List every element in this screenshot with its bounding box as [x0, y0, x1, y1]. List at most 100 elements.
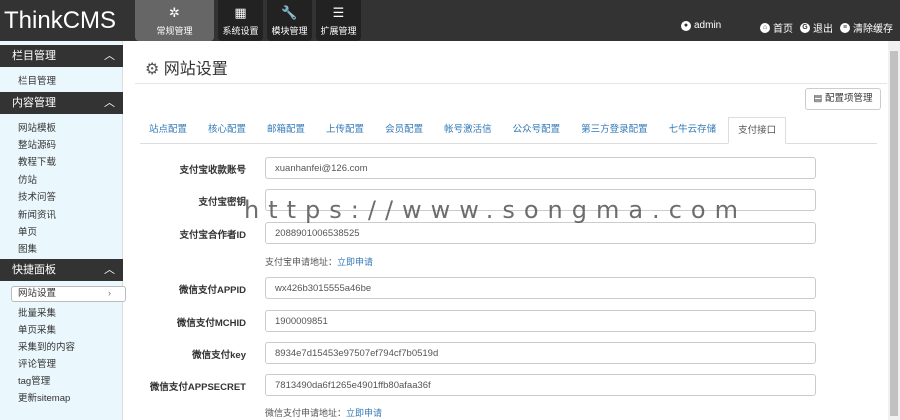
wechat-appid-input[interactable] [265, 277, 816, 299]
grid-icon: ▦ [234, 4, 247, 20]
tab-activation[interactable]: 帐号激活信 [435, 117, 501, 143]
clear-cache-label: 清除缓存 [853, 24, 893, 35]
field-label: 支付宝合作者ID [179, 230, 246, 241]
watermark: https://www.songma.com [244, 196, 747, 224]
wechat-help: 微信支付申请地址：立即申请 [265, 406, 382, 419]
config-manage-button[interactable]: ▤ 配置项管理 [805, 88, 881, 110]
nav-label: 模块管理 [271, 25, 308, 36]
field-label: 支付宝密钥 [198, 197, 246, 208]
alipay-apply-link[interactable]: 立即申请 [337, 257, 373, 267]
form-row: 支付宝收款账号 [135, 157, 887, 179]
home-link[interactable]: ⌂ 首页 [760, 20, 793, 35]
clear-cache-link[interactable]: ≡ 清除缓存 [840, 20, 893, 35]
wechat-apply-link[interactable]: 立即申请 [346, 408, 382, 418]
chevron-up-icon: ︿ [104, 97, 115, 109]
nav-label: 常规管理 [156, 25, 193, 36]
list-icon: ☰ [332, 4, 345, 20]
section-title: 内容管理 [12, 97, 56, 109]
alipay-help: 支付宝申请地址：立即申请 [265, 255, 373, 268]
form-row: 支付宝合作者ID [135, 222, 887, 244]
field-label: 微信支付MCHID [176, 318, 246, 329]
sidebar-item[interactable]: 图集 [18, 241, 37, 255]
tab-qiniu[interactable]: 七牛云存储 [660, 117, 726, 143]
logout-link[interactable]: G 退出 [800, 20, 833, 35]
main-content: ⚙ 网站设置 ▤ 配置项管理 站点配置 核心配置 邮箱配置 上传配置 会员配置 … [135, 41, 887, 420]
tab-site[interactable]: 站点配置 [140, 117, 196, 143]
nav-label: 扩展管理 [320, 25, 357, 36]
nav-general[interactable]: ✲ 常规管理 [135, 0, 214, 41]
chevron-right-icon: › [107, 288, 111, 299]
sidebar-item[interactable]: 新闻资讯 [18, 207, 56, 221]
sidebar-item[interactable]: 技术问答 [18, 189, 56, 203]
sidebar-item[interactable]: 单页采集 [18, 322, 56, 336]
tab-wechat-mp[interactable]: 公众号配置 [504, 117, 570, 143]
form-row: 微信支付key [135, 342, 887, 364]
button-label: 配置项管理 [825, 93, 873, 104]
section-title: 栏目管理 [12, 50, 56, 62]
tab-payment[interactable]: 支付接口 [728, 117, 787, 144]
sidebar-item[interactable]: 教程下载 [18, 154, 56, 168]
help-text: 支付宝申请地址： [265, 257, 338, 267]
chevron-up-icon: ︿ [104, 50, 115, 62]
page-title-text: 网站设置 [163, 61, 228, 78]
sidebar-section-header[interactable]: 栏目管理 ︿ [0, 45, 123, 67]
nav-modules[interactable]: 🔧 模块管理 [267, 0, 312, 41]
sidebar-item[interactable]: 整站源码 [18, 137, 56, 151]
sidebar-section-header[interactable]: 内容管理 ︿ [0, 92, 123, 114]
username: admin [694, 20, 722, 31]
sidebar: 栏目管理 ︿ 栏目管理 内容管理 ︿ 网站模板 整站源码 教程下载 仿站 技术问答 … [0, 41, 126, 420]
nav-system[interactable]: ▦ 系统设置 [218, 0, 263, 41]
alipay-partner-id-input[interactable] [265, 222, 816, 244]
form-row: 微信支付MCHID [135, 310, 887, 332]
alipay-account-input[interactable] [265, 157, 816, 179]
form-row: 微信支付APPSECRET [135, 374, 887, 396]
tab-core[interactable]: 核心配置 [199, 117, 255, 143]
sidebar-item[interactable]: tag管理 [18, 373, 50, 387]
tab-upload[interactable]: 上传配置 [317, 117, 373, 143]
user-menu[interactable]: ● admin [681, 20, 721, 31]
field-label: 微信支付APPID [178, 285, 246, 296]
wrench-icon: 🔧 [281, 4, 298, 20]
wechat-mchid-input[interactable] [265, 310, 816, 332]
field-label: 微信支付APPSECRET [149, 382, 246, 393]
tab-third-party-login[interactable]: 第三方登录配置 [572, 117, 657, 143]
sidebar-item[interactable]: 栏目管理 [18, 73, 56, 87]
wechat-appsecret-input[interactable] [265, 374, 816, 396]
field-label: 支付宝收款账号 [179, 165, 246, 176]
wechat-key-input[interactable] [265, 342, 816, 364]
top-bar: ThinkCMS ✲ 常规管理 ▦ 系统设置 🔧 模块管理 ☰ 扩展管理 ● admin … [0, 0, 900, 41]
list-circle-icon: ≡ [840, 22, 850, 33]
page-title: ⚙ 网站设置 [145, 55, 228, 79]
sidebar-item[interactable]: 网站模板 [18, 120, 56, 134]
sidebar-item[interactable]: 更新sitemap [18, 390, 70, 404]
nav-extensions[interactable]: ☰ 扩展管理 [316, 0, 361, 41]
home-label: 首页 [773, 24, 793, 35]
tab-member[interactable]: 会员配置 [376, 117, 432, 143]
nav-label: 系统设置 [222, 25, 259, 36]
sun-icon: ✲ [169, 4, 180, 20]
chevron-up-icon: ︿ [104, 264, 115, 276]
sidebar-item[interactable]: 批量采集 [18, 305, 56, 319]
section-title: 快捷面板 [12, 264, 56, 276]
help-text: 微信支付申请地址： [265, 408, 347, 418]
tab-email[interactable]: 邮箱配置 [258, 117, 314, 143]
user-icon: ● [681, 20, 691, 31]
tab-bar: 站点配置 核心配置 邮箱配置 上传配置 会员配置 帐号激活信 公众号配置 第三方… [140, 117, 877, 144]
sidebar-item[interactable]: 采集到的内容 [18, 339, 75, 353]
sidebar-section-header[interactable]: 快捷面板 ︿ [0, 259, 123, 281]
sidebar-item-active[interactable]: 网站设置 › [11, 286, 126, 302]
logout-label: 退出 [813, 24, 833, 35]
scrollbar-thumb[interactable] [890, 51, 898, 416]
gear-icon: ⚙ [145, 61, 160, 78]
table-icon: ▤ [813, 93, 823, 104]
field-label: 微信支付key [192, 350, 246, 361]
logo: ThinkCMS [4, 7, 117, 34]
logout-icon: G [800, 22, 810, 33]
sidebar-item[interactable]: 评论管理 [18, 356, 56, 370]
sidebar-item[interactable]: 单页 [18, 224, 37, 238]
sidebar-item[interactable]: 仿站 [18, 172, 37, 186]
sidebar-item-label: 网站设置 [18, 288, 57, 299]
form-row: 微信支付APPID [135, 277, 887, 299]
home-icon: ⌂ [760, 22, 770, 33]
scrollbar[interactable] [888, 41, 900, 420]
